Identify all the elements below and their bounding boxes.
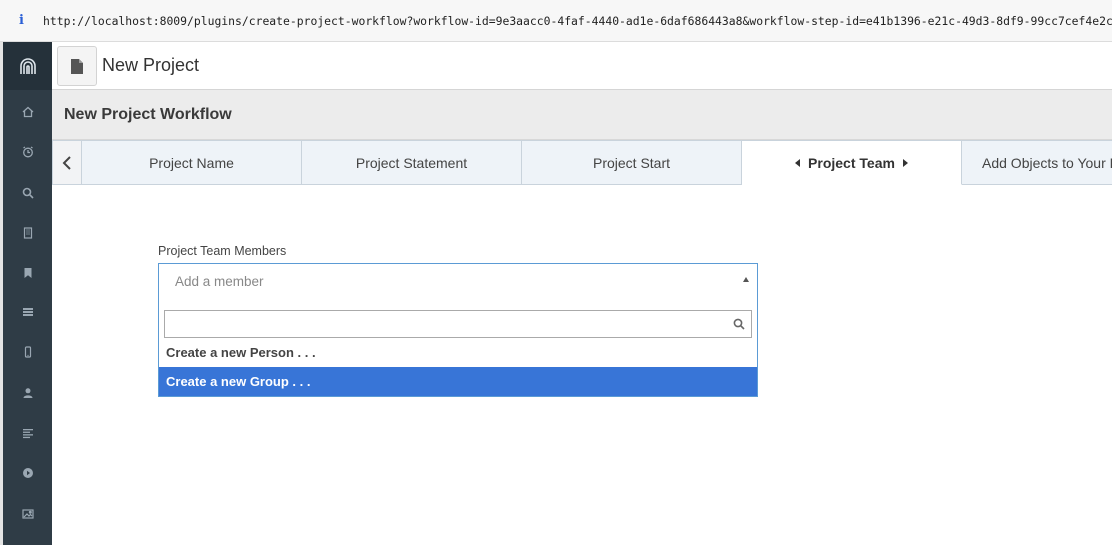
- workflow-tabs: Project Name Project Statement Project S…: [52, 140, 1112, 186]
- search-icon: [733, 318, 745, 330]
- tab-project-start[interactable]: Project Start: [522, 140, 742, 185]
- url-text[interactable]: http://localhost:8009/plugins/create-pro…: [43, 14, 1112, 28]
- page-title: New Project: [102, 55, 200, 75]
- option-label: Create a new Group . . .: [166, 374, 311, 389]
- tab-project-team[interactable]: Project Team: [742, 140, 962, 185]
- select-placeholder: Add a member: [175, 274, 264, 289]
- project-team-select[interactable]: Add a member Create a new Person . . . C…: [158, 263, 758, 397]
- sidebar: [3, 42, 52, 545]
- tab-add-objects[interactable]: Add Objects to Your Project: [962, 140, 1112, 185]
- caret-right-icon: [902, 158, 908, 167]
- option-label: Create a new Person . . .: [166, 345, 316, 360]
- arches-logo-icon[interactable]: [3, 42, 52, 90]
- table-icon[interactable]: [3, 300, 52, 324]
- dropdown-search-field[interactable]: [164, 310, 752, 338]
- dropdown-search-input[interactable]: [165, 311, 725, 337]
- tab-label: Project Statement: [355, 154, 468, 171]
- align-left-icon[interactable]: [3, 421, 52, 445]
- caret-left-icon: [795, 158, 801, 167]
- tab-label: Project Team: [808, 154, 895, 171]
- tab-label: Project Name: [149, 154, 234, 171]
- mobile-icon[interactable]: [3, 340, 52, 364]
- option-create-person[interactable]: Create a new Person . . .: [159, 338, 757, 367]
- bookmark-icon[interactable]: [3, 261, 52, 285]
- play-circle-icon[interactable]: [3, 461, 52, 485]
- project-team-members-label: Project Team Members: [158, 244, 287, 258]
- site-info-icon[interactable]: i: [19, 13, 24, 28]
- home-icon[interactable]: [3, 100, 52, 124]
- workflow-title-bar: New Project Workflow: [52, 90, 1112, 140]
- tab-project-name[interactable]: Project Name: [82, 140, 302, 185]
- user-icon[interactable]: [3, 381, 52, 405]
- alarm-clock-icon[interactable]: [3, 140, 52, 164]
- page-header: New Project: [52, 42, 1112, 90]
- tab-label: Project Start: [592, 154, 671, 171]
- chevron-left-icon: [62, 155, 71, 170]
- tabs-prev-button[interactable]: [52, 140, 82, 185]
- caret-up-icon[interactable]: [743, 277, 749, 282]
- search-icon[interactable]: [3, 181, 52, 205]
- tab-label: Add Objects to Your Project: [982, 154, 1112, 171]
- option-create-group[interactable]: Create a new Group . . .: [159, 367, 757, 396]
- workflow-title: New Project Workflow: [64, 106, 232, 123]
- tab-project-statement[interactable]: Project Statement: [302, 140, 522, 185]
- image-icon[interactable]: [3, 502, 52, 526]
- building-icon[interactable]: [3, 221, 52, 245]
- document-icon[interactable]: [57, 46, 97, 86]
- browser-address-bar[interactable]: i http://localhost:8009/plugins/create-p…: [0, 0, 1112, 42]
